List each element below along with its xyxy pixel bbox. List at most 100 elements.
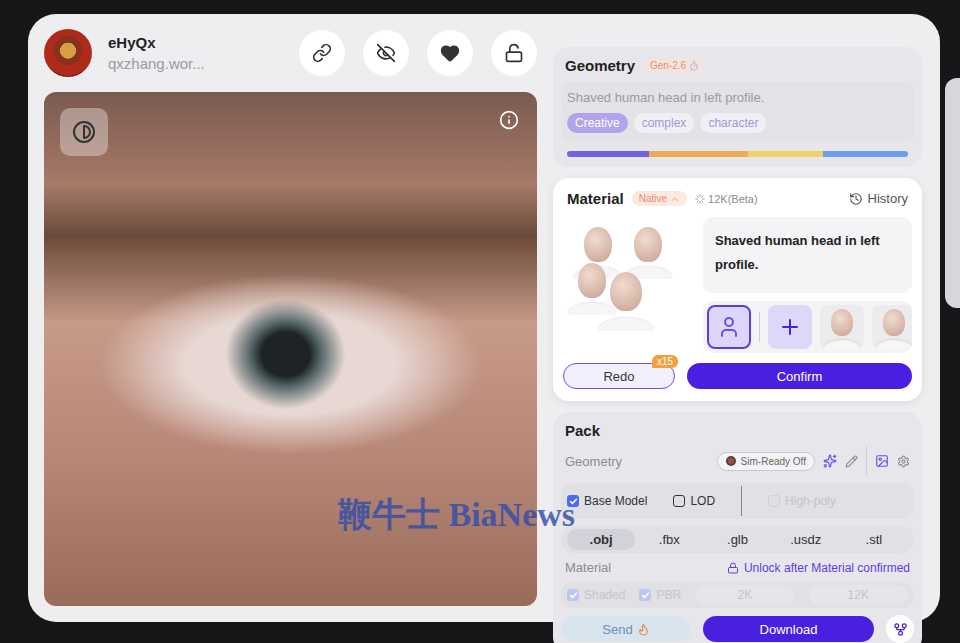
panel-header: Geometry Gen-2.6	[561, 57, 914, 74]
info-button[interactable]	[499, 110, 519, 130]
add-thumbnail-button[interactable]	[768, 305, 812, 349]
pack-actions: Send Download	[561, 615, 914, 643]
confirm-button[interactable]: Confirm	[687, 363, 912, 389]
version-badge: Gen-2.6	[643, 58, 706, 73]
format-option[interactable]: .fbx	[635, 529, 703, 550]
avatar[interactable]	[44, 29, 92, 77]
checkbox	[639, 589, 651, 601]
panel-title: Material	[567, 190, 624, 207]
contrast-button[interactable]	[60, 108, 108, 156]
option-checkbox[interactable]: Base Model	[567, 494, 647, 508]
app-card: eHyQxqxzhang.wor... Geometry Gen-2.6 Shaved…	[28, 14, 940, 622]
branch-icon	[893, 622, 908, 637]
head-figure	[593, 265, 659, 331]
tag[interactable]: character	[700, 113, 766, 133]
link-button[interactable]	[299, 30, 345, 76]
checkbox	[567, 589, 579, 601]
ai-button[interactable]	[823, 454, 837, 468]
texture-size: 2K	[695, 585, 794, 605]
settings-button[interactable]	[897, 455, 910, 468]
image-button[interactable]	[875, 454, 889, 468]
head-shape	[610, 272, 642, 312]
name-block: eHyQxqxzhang.wor...	[108, 34, 205, 72]
preview-collage	[563, 217, 693, 335]
progress-bar	[567, 151, 908, 157]
material-checkbox: PBR	[639, 588, 681, 602]
format-option[interactable]: .glb	[703, 529, 771, 550]
panel-header: Pack	[561, 422, 914, 439]
edit-button[interactable]	[845, 455, 858, 468]
geometry-row: Geometry Sim-Ready Off	[561, 446, 914, 476]
checkbox[interactable]	[673, 495, 685, 507]
thumbnail[interactable]	[707, 305, 751, 349]
tag[interactable]: complex	[634, 113, 695, 133]
texture-size: 12K	[809, 585, 908, 605]
loader-icon	[695, 194, 705, 204]
hide-button[interactable]	[363, 30, 409, 76]
mode-badge[interactable]: Native	[632, 191, 687, 206]
tag[interactable]: Creative	[567, 113, 628, 133]
checkbox	[768, 495, 780, 507]
contrast-icon	[72, 120, 96, 144]
material-checkbox: Shaded	[567, 588, 625, 602]
unlock-icon	[504, 43, 524, 63]
material-body: Shaved human head in left profile.	[563, 217, 912, 353]
thumbnail[interactable]	[820, 305, 864, 349]
panel-title: Pack	[565, 422, 600, 439]
side-tab[interactable]	[945, 78, 960, 308]
panel-title: Geometry	[565, 57, 635, 74]
divider	[741, 486, 742, 516]
unlock-button[interactable]	[491, 30, 537, 76]
bar-segment	[649, 151, 748, 157]
check-icon	[641, 591, 650, 600]
image-icon	[875, 454, 889, 468]
lock-note: Unlock after Material confirmed	[727, 561, 910, 575]
option-row: Base ModelLODHigh-poly	[561, 483, 914, 519]
prompt-text: Shaved human head in left profile.	[567, 90, 908, 105]
material-option-row: Shaded PBR 2K 12K	[561, 582, 914, 608]
pencil-icon	[845, 455, 858, 468]
chevron-up-icon	[670, 194, 680, 204]
send-button[interactable]: Send	[561, 616, 691, 642]
prompt-box: Shaved human head in left profile. Creati…	[561, 82, 914, 141]
plus-icon	[778, 315, 802, 339]
send-icon	[637, 623, 650, 636]
sim-ready-toggle[interactable]: Sim-Ready Off	[717, 452, 815, 471]
head-shape	[578, 263, 606, 298]
thumbnail[interactable]	[872, 305, 912, 349]
resolution-select[interactable]: 12K(Beta)	[695, 193, 758, 205]
pack-panel: PackGeometrySim-Ready OffBase ModelLODHi…	[553, 412, 922, 643]
shoulders-shape	[876, 340, 912, 349]
head-figure	[820, 305, 864, 349]
format-option[interactable]: .stl	[840, 529, 908, 550]
redo-button[interactable]: Redox15	[563, 363, 675, 389]
bar-segment	[823, 151, 908, 157]
material-panel: Material Native 12K(Beta) History Shaved hum…	[553, 178, 922, 401]
section-label: Material	[565, 560, 611, 575]
format-option[interactable]: .usdz	[772, 529, 840, 550]
shoulders-shape	[824, 340, 861, 349]
page: eHyQxqxzhang.wor... Geometry Gen-2.6 Shaved…	[0, 0, 960, 643]
shoulders-shape	[568, 303, 617, 315]
divider	[866, 446, 867, 476]
divider	[759, 312, 760, 342]
material-prompt: Shaved human head in left profile.	[703, 217, 912, 293]
shoulders-shape	[598, 318, 653, 331]
head-figure	[619, 221, 677, 279]
geometry-panel: Geometry Gen-2.6 Shaved human head in left…	[553, 47, 922, 167]
bar-segment	[567, 151, 649, 157]
head-figure	[872, 305, 912, 349]
format-option[interactable]: .obj	[567, 529, 635, 550]
download-button[interactable]: Download	[703, 616, 874, 642]
user-handle: qxzhang.wor...	[108, 55, 205, 72]
check-icon	[569, 497, 578, 506]
panel-header: Material Native 12K(Beta) History	[563, 190, 912, 207]
history-button[interactable]: History	[849, 191, 908, 206]
branch-button[interactable]	[886, 615, 914, 643]
like-button[interactable]	[427, 30, 473, 76]
material-right: Shaved human head in left profile.	[703, 217, 912, 353]
material-actions: Redox15 Confirm	[563, 363, 912, 389]
option-checkbox[interactable]: LOD	[673, 494, 715, 508]
section-label: Geometry	[565, 454, 622, 469]
checkbox[interactable]	[567, 495, 579, 507]
